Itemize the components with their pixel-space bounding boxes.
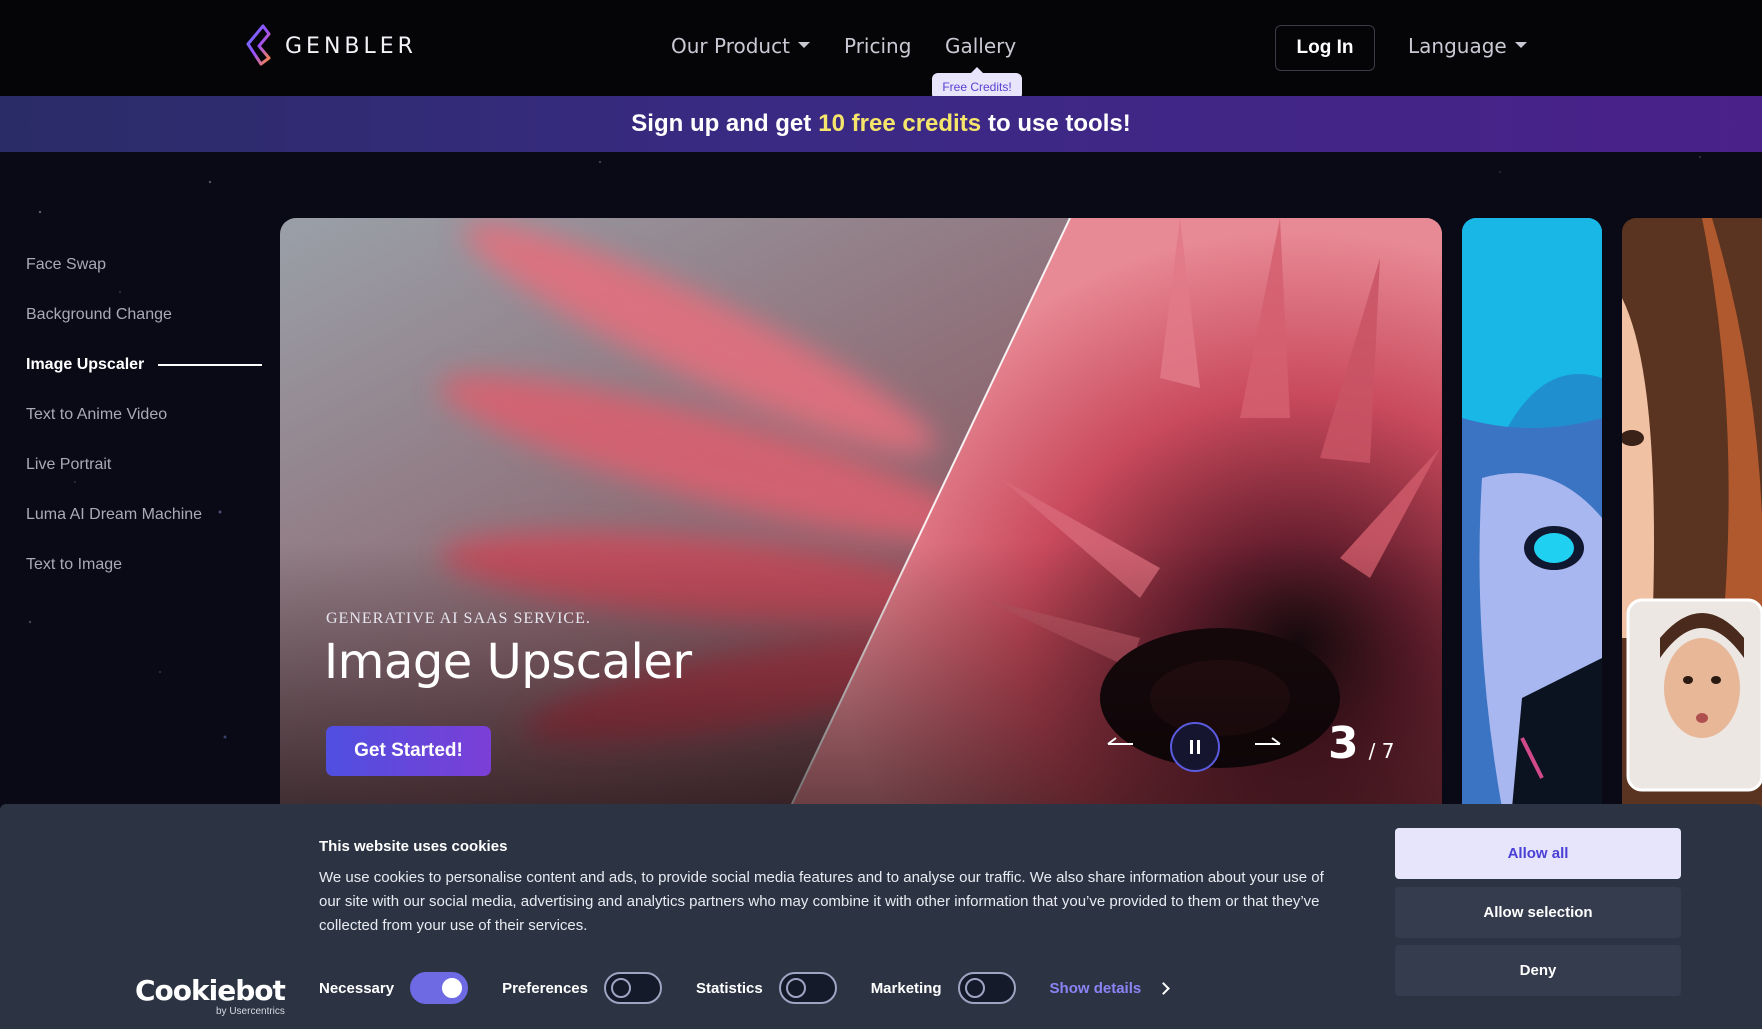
slide-current: 3 [1328, 718, 1359, 769]
woman-portrait-image [1622, 218, 1762, 808]
next-slide-thumbnail-portrait[interactable] [1622, 218, 1762, 808]
sidebar-item-luma-ai-dream-machine[interactable]: Luma AI Dream Machine [26, 490, 266, 540]
consent-marketing: Marketing [871, 972, 1016, 1004]
flower-comparison-image [280, 218, 1442, 808]
tool-sidebar: Face Swap Background Change Image Upscal… [26, 240, 266, 590]
pause-icon[interactable] [1170, 722, 1220, 772]
cookie-consent-banner: Cookiebot by Usercentrics This website u… [0, 804, 1762, 1029]
signup-promo-banner[interactable]: Sign up and get 10 free credits to use t… [0, 96, 1762, 152]
language-label: Language [1408, 34, 1507, 58]
sidebar-item-label: Text to Anime Video [26, 406, 168, 423]
get-started-button[interactable]: Get Started! [326, 726, 491, 776]
show-details-label: Show details [1049, 979, 1142, 997]
hero-eyebrow: Generative AI SaaS Service. [326, 610, 591, 627]
preferences-toggle[interactable] [603, 972, 662, 1004]
hero-slide: Generative AI SaaS Service. Image Upscal… [280, 218, 1442, 808]
nav-our-product-label: Our Product [671, 34, 790, 58]
hero-title: Image Upscaler [324, 634, 692, 690]
promo-text-after: to use tools! [988, 110, 1131, 137]
sidebar-item-label: Live Portrait [26, 456, 112, 473]
cookie-title: This website uses cookies [319, 838, 508, 855]
show-details-link[interactable]: Show details [1049, 979, 1171, 997]
nav-gallery[interactable]: Gallery [945, 34, 1016, 58]
sidebar-item-face-swap[interactable]: Face Swap [26, 240, 266, 290]
consent-preferences: Preferences [502, 972, 662, 1004]
anime-girl-image [1462, 218, 1602, 808]
chevron-down-icon [797, 41, 810, 48]
cookiebot-logo-text: Cookiebot [135, 974, 286, 1007]
promo-text-before: Sign up and get [631, 110, 812, 137]
sidebar-item-background-change[interactable]: Background Change [26, 290, 266, 340]
sidebar-item-image-upscaler[interactable]: Image Upscaler [26, 340, 266, 390]
chevron-down-icon [1514, 41, 1527, 48]
cookiebot-logo: Cookiebot by Usercentrics [135, 974, 286, 1017]
sidebar-item-label: Image Upscaler [26, 356, 145, 373]
consent-label: Statistics [695, 979, 763, 997]
nav-pricing[interactable]: Pricing [844, 34, 911, 58]
slide-total: / 7 [1368, 739, 1395, 763]
nav-our-product[interactable]: Our Product [671, 34, 810, 58]
sidebar-item-label: Text to Image [26, 556, 123, 573]
consent-label: Preferences [502, 979, 588, 997]
sidebar-item-label: Luma AI Dream Machine [26, 506, 203, 523]
login-button[interactable]: Log In [1275, 25, 1375, 71]
consent-statistics: Statistics [696, 972, 837, 1004]
allow-all-button[interactable]: Allow all [1395, 828, 1681, 879]
consent-label: Marketing [870, 979, 942, 997]
consent-necessary: Necessary [319, 972, 469, 1004]
sidebar-item-text-to-image[interactable]: Text to Image [26, 540, 266, 590]
deny-button[interactable]: Deny [1395, 945, 1681, 996]
consent-label: Necessary [319, 979, 395, 997]
sidebar-item-label: Face Swap [26, 256, 107, 273]
cookie-description: We use cookies to personalise content an… [319, 869, 1324, 934]
sidebar-item-live-portrait[interactable]: Live Portrait [26, 440, 266, 490]
arrow-right-icon[interactable] [1248, 722, 1288, 762]
statistics-toggle[interactable] [778, 972, 837, 1004]
allow-selection-button[interactable]: Allow selection [1395, 887, 1681, 938]
top-navbar: GENBLER Our Product Pricing Gallery Free… [0, 0, 1762, 100]
cookiebot-logo-subtext: by Usercentrics [216, 1006, 285, 1017]
active-indicator-line [158, 364, 263, 366]
next-slide-thumbnail-anime[interactable] [1462, 218, 1602, 808]
promo-highlight: 10 free credits [818, 110, 982, 137]
marketing-toggle[interactable] [957, 972, 1016, 1004]
arrow-left-icon[interactable] [1100, 722, 1140, 762]
genbler-logo-icon [246, 24, 271, 66]
chevron-right-icon [1157, 981, 1171, 995]
brand-name: GENBLER [285, 33, 417, 59]
sidebar-item-text-to-anime-video[interactable]: Text to Anime Video [26, 390, 266, 440]
consent-toggles: Necessary Preferences Statistics Marketi… [319, 972, 1171, 1004]
genbler-logo[interactable]: GENBLER [245, 24, 417, 68]
slide-counter: 3 / 7 [1328, 718, 1394, 769]
necessary-toggle[interactable] [410, 972, 469, 1004]
language-dropdown[interactable]: Language [1408, 34, 1527, 58]
sidebar-item-label: Background Change [26, 306, 172, 323]
